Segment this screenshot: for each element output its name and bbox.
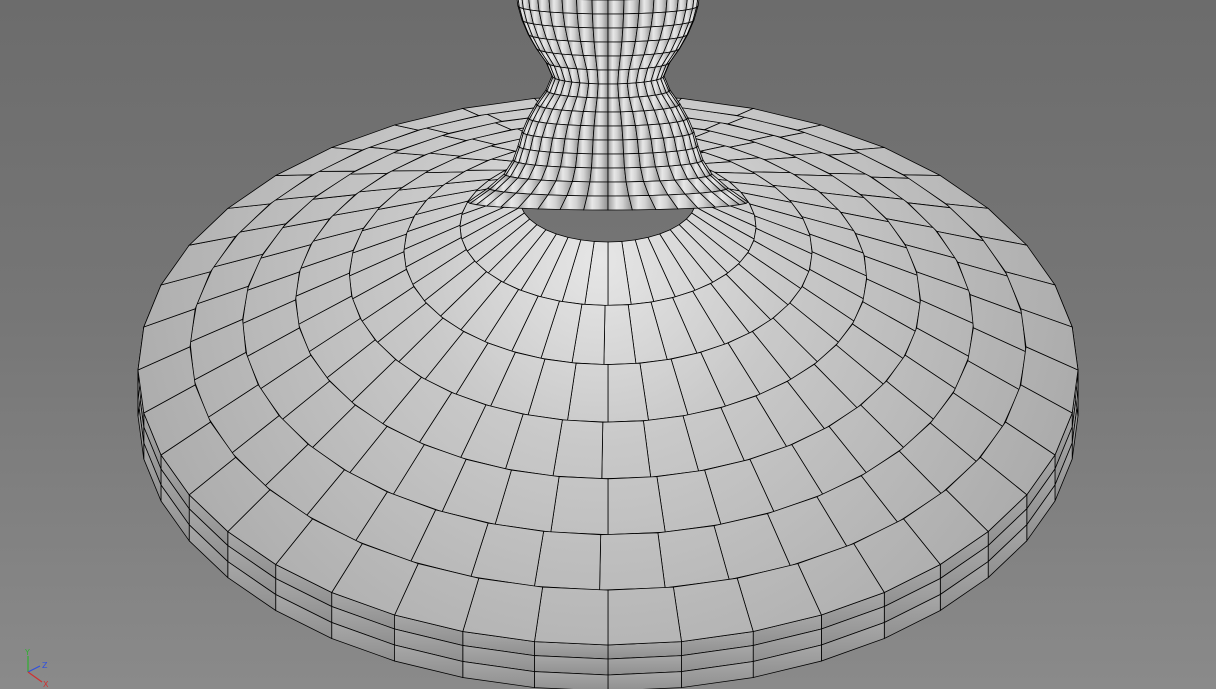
stem-face bbox=[576, 13, 594, 29]
stem-face bbox=[607, 69, 620, 85]
stem-face bbox=[592, 125, 609, 141]
stem-face bbox=[623, 0, 640, 15]
stem-face bbox=[607, 27, 624, 43]
stem-face bbox=[549, 137, 566, 154]
stem-face bbox=[607, 167, 627, 183]
stem-face bbox=[528, 0, 540, 12]
stem-face bbox=[578, 125, 595, 141]
stem-face bbox=[580, 41, 596, 57]
stem-face bbox=[591, 0, 609, 15]
stem-face bbox=[586, 181, 609, 197]
stem-face bbox=[537, 0, 551, 13]
3d-viewport[interactable]: Y Z X bbox=[0, 0, 1216, 689]
stem-face bbox=[562, 138, 580, 154]
rim-face bbox=[534, 671, 609, 689]
stem-face bbox=[595, 97, 609, 113]
stem-face bbox=[607, 125, 624, 141]
stem-face bbox=[607, 97, 621, 113]
stem-face bbox=[564, 124, 582, 140]
stem-face bbox=[562, 12, 580, 28]
stem-face bbox=[548, 0, 564, 14]
stem-face bbox=[583, 195, 609, 211]
stem-face bbox=[652, 0, 668, 14]
stem-face bbox=[607, 139, 625, 155]
stem-face bbox=[607, 153, 625, 169]
stem-face bbox=[591, 153, 609, 169]
top-face bbox=[607, 586, 682, 646]
stem-face bbox=[578, 27, 595, 43]
stem-face bbox=[636, 12, 654, 28]
stem-face bbox=[592, 27, 609, 43]
stem-face bbox=[621, 125, 638, 141]
top-face bbox=[534, 586, 609, 646]
stem-face bbox=[560, 152, 578, 168]
z-axis-label: Z bbox=[42, 661, 48, 670]
stem-face bbox=[638, 0, 655, 14]
stem-face bbox=[589, 167, 609, 183]
stem-face bbox=[607, 181, 630, 197]
stem-face bbox=[580, 111, 596, 127]
x-axis-label: X bbox=[43, 680, 49, 688]
stem-face bbox=[621, 27, 638, 43]
stem-face bbox=[561, 0, 578, 14]
stem-face bbox=[595, 55, 609, 71]
z-axis-line bbox=[27, 665, 41, 673]
stem-face bbox=[636, 138, 654, 154]
stem-face bbox=[607, 13, 625, 29]
axis-gizmo-icon: Y Z X bbox=[24, 648, 49, 688]
stem-face bbox=[622, 139, 640, 155]
stem-face bbox=[596, 69, 609, 85]
y-axis-label: Y bbox=[24, 648, 30, 657]
stem-face bbox=[576, 139, 594, 155]
stem-face bbox=[575, 153, 593, 169]
stem-face bbox=[591, 13, 609, 29]
stem-face bbox=[571, 167, 592, 183]
stem-face bbox=[593, 41, 609, 57]
stem-face bbox=[586, 69, 599, 85]
stem-face bbox=[576, 0, 593, 15]
stem-face bbox=[607, 41, 623, 57]
stem-face bbox=[607, 195, 633, 211]
stem-face bbox=[596, 83, 609, 99]
stem-face bbox=[564, 26, 582, 42]
stem-face bbox=[591, 139, 609, 155]
top-face bbox=[607, 476, 666, 536]
stem-face bbox=[607, 55, 621, 71]
stem-face bbox=[586, 83, 599, 99]
goblet-base-wireframe-mesh bbox=[137, 0, 1079, 689]
top-face bbox=[599, 532, 666, 591]
rim-face bbox=[607, 671, 682, 689]
x-axis-line bbox=[27, 671, 43, 683]
stem-face bbox=[607, 111, 623, 127]
stem-face bbox=[593, 111, 609, 127]
top-face bbox=[533, 530, 602, 591]
stem-face bbox=[549, 11, 566, 28]
stem-face bbox=[607, 83, 620, 99]
stem-face bbox=[622, 13, 640, 29]
top-face bbox=[601, 420, 652, 480]
stem-face bbox=[607, 0, 625, 15]
stem-face bbox=[623, 153, 641, 169]
top-face bbox=[550, 476, 609, 536]
